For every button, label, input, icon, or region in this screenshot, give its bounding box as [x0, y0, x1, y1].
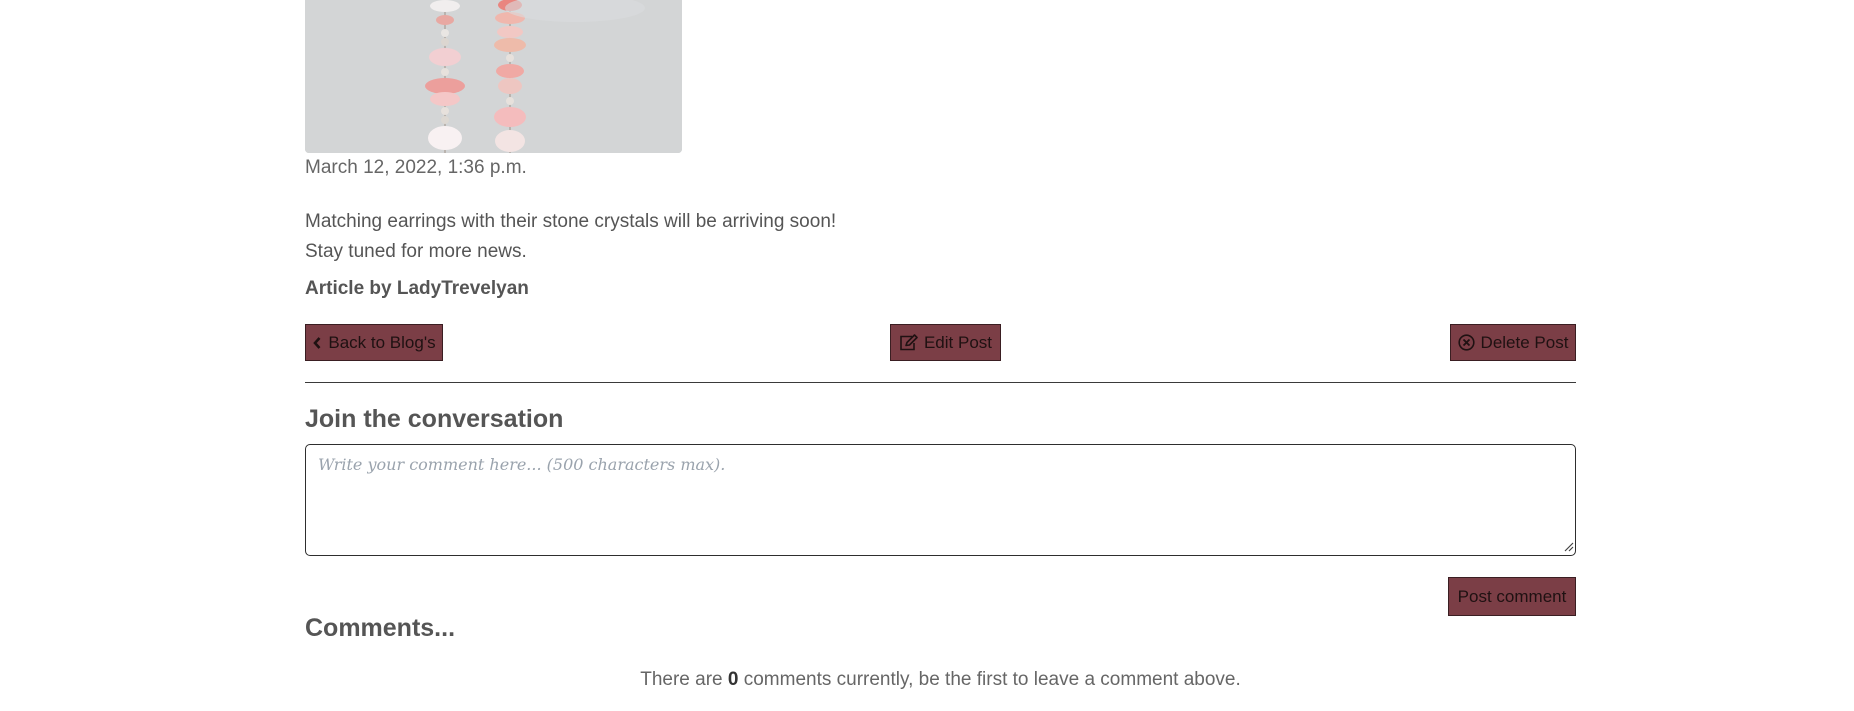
empty-prefix: There are	[640, 669, 723, 690]
comment-input[interactable]	[305, 444, 1576, 556]
post-author: Article by LadyTrevelyan	[305, 278, 529, 300]
no-comments-message: There are 0 comments currently, be the f…	[305, 669, 1576, 691]
chevron-left-icon	[312, 336, 322, 350]
section-divider	[305, 382, 1576, 383]
post-image	[305, 0, 682, 153]
empty-suffix: comments currently, be the first to leav…	[743, 669, 1241, 690]
close-circle-icon	[1457, 334, 1475, 351]
comment-count: 0	[727, 669, 739, 690]
comments-heading: Comments...	[305, 614, 456, 642]
post-body: Matching earrings with their stone cryst…	[305, 207, 836, 267]
post-body-line: Matching earrings with their stone cryst…	[305, 211, 837, 232]
post-date: March 12, 2022, 1:36 p.m.	[305, 157, 527, 178]
post-body-line: Stay tuned for more news.	[305, 241, 527, 262]
post-comment-button[interactable]: Post comment	[1448, 577, 1576, 616]
edit-button-label: Edit Post	[923, 332, 993, 352]
edit-post-button[interactable]: Edit Post	[890, 324, 1001, 361]
delete-post-button[interactable]: Delete Post	[1450, 324, 1576, 361]
author-label: Article by	[305, 278, 392, 299]
blog-post-page: March 12, 2022, 1:36 p.m. Matching earri…	[0, 0, 1854, 711]
conversation-heading: Join the conversation	[305, 405, 564, 433]
author-name: LadyTrevelyan	[396, 278, 529, 299]
delete-button-label: Delete Post	[1480, 332, 1569, 352]
back-button-label: Back to Blog's	[328, 332, 436, 352]
post-container: March 12, 2022, 1:36 p.m. Matching earri…	[305, 0, 1576, 690]
edit-icon	[899, 334, 918, 351]
back-to-blogs-button[interactable]: Back to Blog's	[305, 324, 443, 361]
resize-handle-icon[interactable]	[1562, 540, 1574, 552]
